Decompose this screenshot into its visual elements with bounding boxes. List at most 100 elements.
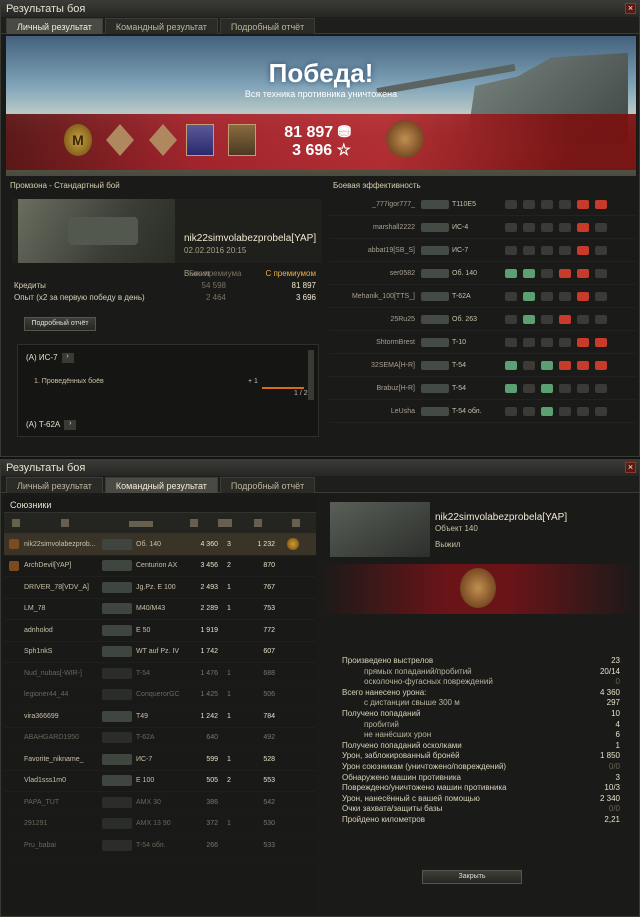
achievement-column-icon[interactable] — [292, 519, 300, 527]
chevron-right-icon[interactable]: › — [61, 353, 74, 363]
table-row[interactable]: adnholod E 50 1 919 772 — [4, 620, 316, 642]
table-row[interactable]: vira366699 T49 1 242 1 784 — [4, 706, 316, 728]
blocked-icon[interactable] — [541, 268, 553, 278]
tab-detailed-report[interactable]: Подробный отчёт — [219, 18, 316, 34]
damage-column-icon[interactable] — [190, 519, 198, 527]
crit-icon[interactable] — [559, 291, 571, 301]
assist-icon[interactable] — [523, 268, 535, 278]
damage-icon[interactable] — [577, 291, 589, 301]
table-row[interactable]: LM_78 M40/M43 2 289 1 753 — [4, 599, 316, 620]
spotted-icon[interactable] — [505, 314, 517, 324]
blocked-icon[interactable] — [541, 199, 553, 209]
table-row[interactable]: PAPA_TUT AMX 30 386 542 — [4, 792, 316, 814]
table-row[interactable]: Favorite_nikname_ ИС-7 599 1 528 — [4, 749, 316, 771]
efficiency-row[interactable]: _777igor777_ T110E5 — [329, 193, 636, 216]
blocked-icon[interactable] — [541, 291, 553, 301]
table-row[interactable]: nik22simvolabezprob... Об. 140 4 360 3 1 232 — [4, 534, 316, 556]
blocked-icon[interactable] — [541, 383, 553, 393]
kill-icon[interactable] — [595, 199, 607, 209]
window-title-bar[interactable]: Результаты боя × — [1, 1, 639, 17]
efficiency-row[interactable]: marshall2222 ИС-4 — [329, 216, 636, 239]
tab-personal-result[interactable]: Личный результат — [6, 477, 103, 493]
kill-icon[interactable] — [595, 360, 607, 370]
spotted-icon[interactable] — [505, 383, 517, 393]
mastery-badge-icon[interactable]: M — [64, 124, 92, 156]
crit-icon[interactable] — [559, 383, 571, 393]
squad-icon[interactable] — [12, 519, 20, 527]
efficiency-row[interactable]: Mehanik_100[TTS_] T-62A — [329, 285, 636, 308]
table-row[interactable]: Pru_babai T-54 обл. 266 533 — [4, 835, 316, 857]
assist-icon[interactable] — [523, 222, 535, 232]
blocked-icon[interactable] — [541, 245, 553, 255]
damage-icon[interactable] — [577, 314, 589, 324]
vehicle-icon[interactable] — [129, 521, 153, 527]
efficiency-row[interactable]: 32SEMA[H-R] T-54 — [329, 354, 636, 377]
table-row[interactable]: ArchDevil[YAP] Centurion AX 3 456 2 870 — [4, 556, 316, 577]
assist-icon[interactable] — [523, 199, 535, 209]
blocked-icon[interactable] — [541, 222, 553, 232]
efficiency-row[interactable]: Brabuz[H-R] T-54 — [329, 377, 636, 400]
blocked-icon[interactable] — [541, 406, 553, 416]
damage-icon[interactable] — [577, 222, 589, 232]
crit-icon[interactable] — [559, 268, 571, 278]
close-icon[interactable]: × — [625, 462, 636, 473]
crit-icon[interactable] — [559, 337, 571, 347]
detailed-report-button[interactable]: Подробный отчёт — [24, 317, 96, 331]
quest-header[interactable]: (А) T-62A › — [26, 420, 77, 430]
blocked-icon[interactable] — [541, 360, 553, 370]
kill-icon[interactable] — [595, 222, 607, 232]
efficiency-row[interactable]: ShtormBrest T-10 — [329, 331, 636, 354]
close-icon[interactable]: × — [625, 3, 636, 14]
spotted-icon[interactable] — [505, 337, 517, 347]
chevron-right-icon[interactable]: › — [64, 420, 77, 430]
tab-detailed-report[interactable]: Подробный отчёт — [219, 477, 316, 493]
table-row[interactable]: 291291 AMX 13 90 372 1 530 — [4, 814, 316, 835]
kill-icon[interactable] — [595, 406, 607, 416]
kill-icon[interactable] — [595, 383, 607, 393]
crit-icon[interactable] — [559, 245, 571, 255]
crit-icon[interactable] — [559, 360, 571, 370]
blocked-icon[interactable] — [541, 337, 553, 347]
efficiency-row[interactable]: abbat19[SB_S] ИС-7 — [329, 239, 636, 262]
achievement-ribbon-icon[interactable] — [186, 124, 214, 156]
player-icon[interactable] — [61, 519, 69, 527]
achievement-icon[interactable] — [287, 538, 299, 551]
kill-icon[interactable] — [595, 245, 607, 255]
table-row[interactable]: Nud_nubas[-WIR-] T-54 1 476 1 688 — [4, 663, 316, 685]
achievement-ribbon-icon[interactable] — [228, 124, 256, 156]
table-row[interactable]: ABAHGARD1950 T-62A 640 492 — [4, 728, 316, 749]
assist-icon[interactable] — [523, 291, 535, 301]
assist-icon[interactable] — [523, 383, 535, 393]
assist-icon[interactable] — [523, 337, 535, 347]
damage-icon[interactable] — [577, 337, 589, 347]
kill-icon[interactable] — [595, 291, 607, 301]
tab-team-result[interactable]: Командный результат — [104, 477, 218, 493]
efficiency-row[interactable]: ser0582 Об. 140 — [329, 262, 636, 285]
close-button[interactable]: Закрыть — [422, 870, 522, 884]
quest-header[interactable]: (А) ИС-7 › — [26, 353, 74, 363]
crit-icon[interactable] — [559, 199, 571, 209]
tab-personal-result[interactable]: Личный результат — [6, 18, 103, 34]
assist-icon[interactable] — [523, 245, 535, 255]
table-row[interactable]: legioner44_44 ConquerorGC 1 425 1 506 — [4, 685, 316, 706]
damage-icon[interactable] — [577, 406, 589, 416]
kill-icon[interactable] — [595, 268, 607, 278]
table-row[interactable]: DRIVER_78[VDV_A] Jg.Pz. E 100 2 493 1 767 — [4, 577, 316, 599]
window-title-bar[interactable]: Результаты боя × — [1, 460, 639, 476]
spotted-icon[interactable] — [505, 268, 517, 278]
kills-column-icon[interactable] — [218, 519, 232, 527]
assist-icon[interactable] — [523, 314, 535, 324]
efficiency-row[interactable]: LeUsha T-54 обл. — [329, 400, 636, 423]
table-row[interactable]: Sph1nkS WT auf Pz. IV 1 742 607 — [4, 642, 316, 663]
damage-icon[interactable] — [577, 245, 589, 255]
spotted-icon[interactable] — [505, 199, 517, 209]
table-row[interactable]: Vlad1sss1m0 E 100 505 2 553 — [4, 771, 316, 792]
spotted-icon[interactable] — [505, 406, 517, 416]
crit-icon[interactable] — [559, 314, 571, 324]
crit-icon[interactable] — [559, 406, 571, 416]
spotted-icon[interactable] — [505, 360, 517, 370]
assist-icon[interactable] — [523, 360, 535, 370]
assist-icon[interactable] — [523, 406, 535, 416]
damage-icon[interactable] — [577, 268, 589, 278]
efficiency-row[interactable]: 25Ru25 Об. 263 — [329, 308, 636, 331]
